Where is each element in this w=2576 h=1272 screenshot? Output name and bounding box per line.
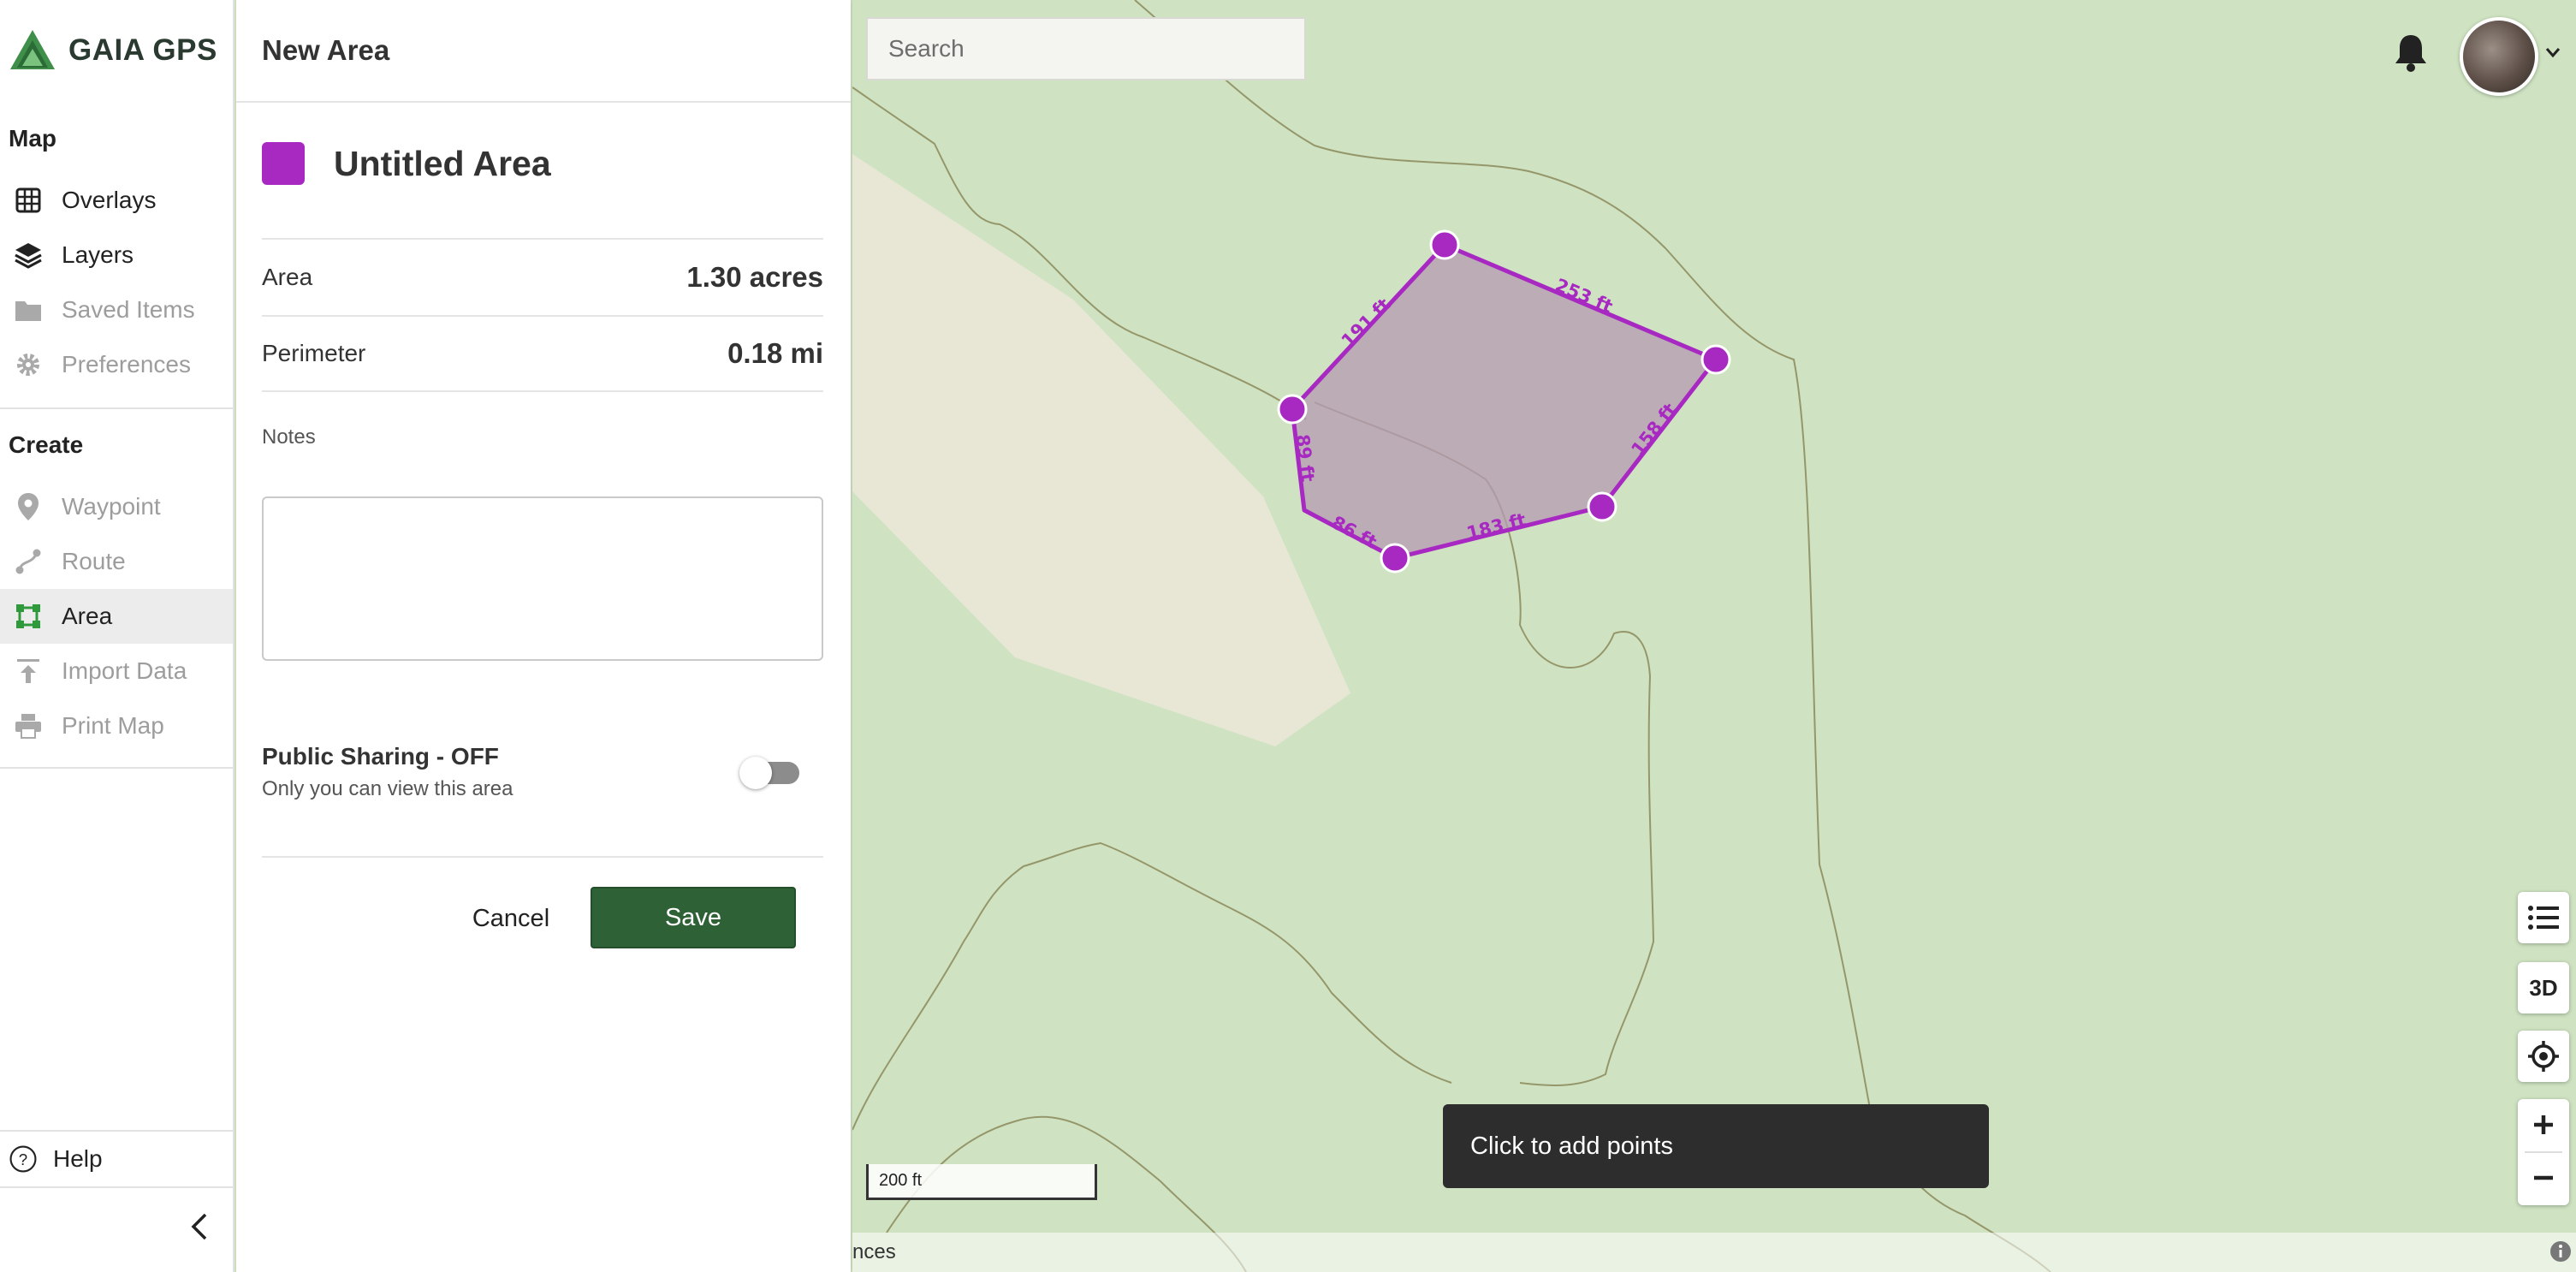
vertex-handle[interactable] (1701, 344, 1731, 375)
zoom-in-button[interactable] (2518, 1099, 2569, 1150)
sidebar-item-print-map[interactable]: Print Map (0, 698, 233, 753)
section-title-map: Map (9, 125, 56, 152)
sidebar-item-label: Area (62, 603, 113, 629)
upload-icon (14, 657, 43, 686)
area-name-row: Untitled Area (262, 142, 551, 185)
sidebar-item-label: Import Data (62, 657, 187, 684)
map-canvas[interactable]: 191 ft 253 ft 158 ft 183 ft 86 ft 89 ft (852, 0, 2576, 1272)
public-sharing-title: Public Sharing - OFF (262, 743, 499, 770)
vertex-handle[interactable] (1429, 229, 1460, 260)
perimeter-stat-row: Perimeter 0.18 mi (262, 315, 823, 392)
sidebar-item-label: Route (62, 548, 126, 574)
crosshair-icon (2528, 1041, 2559, 1072)
sidebar-divider (0, 767, 233, 769)
section-title-create: Create (9, 431, 84, 458)
scale-bar: 200 ft (866, 1164, 1097, 1200)
logo-text: GAIA GPS (68, 33, 217, 67)
toggle-knob (739, 757, 772, 789)
route-icon (14, 547, 43, 576)
area-name[interactable]: Untitled Area (334, 144, 551, 184)
sidebar-item-label: Print Map (62, 712, 164, 739)
minus-icon (2534, 1175, 2553, 1180)
sidebar-item-label: Preferences (62, 351, 191, 377)
sidebar-item-route[interactable]: Route (0, 534, 233, 589)
area-label: Area (262, 264, 313, 290)
sidebar-item-overlays[interactable]: Overlays (0, 173, 233, 228)
layers-icon (14, 241, 43, 270)
public-sharing-toggle[interactable] (739, 757, 803, 789)
vertex-handle[interactable] (1277, 394, 1308, 425)
sidebar: GAIA GPS Map Overlays Layers Saved Items… (0, 0, 234, 1272)
avatar[interactable] (2460, 17, 2538, 96)
list-view-button[interactable] (2518, 892, 2569, 943)
sidebar-item-label: Help (53, 1145, 103, 1172)
new-area-panel: New Area Untitled Area Area 1.30 acres P… (236, 0, 851, 1272)
list-icon (2528, 906, 2559, 930)
notes-input[interactable] (262, 496, 823, 661)
map-view[interactable]: 191 ft 253 ft 158 ft 183 ft 86 ft 89 ft … (852, 0, 2576, 1272)
notes-label: Notes (262, 425, 316, 449)
collapse-sidebar-button[interactable] (180, 1207, 219, 1246)
zoom-controls (2518, 1099, 2569, 1205)
3d-view-button[interactable]: 3D (2518, 962, 2569, 1013)
sidebar-item-help[interactable]: ? Help (0, 1132, 233, 1186)
notifications-button[interactable] (2391, 31, 2431, 74)
perimeter-label: Perimeter (262, 340, 366, 366)
sidebar-item-saved-items[interactable]: Saved Items (0, 282, 233, 337)
sidebar-divider (0, 1186, 233, 1188)
area-value: 1.30 acres (686, 261, 823, 293)
area-color-swatch[interactable] (262, 142, 305, 185)
gaia-logo-icon (10, 30, 55, 69)
info-icon[interactable] (2549, 1239, 2573, 1263)
bell-icon (2395, 35, 2426, 72)
sidebar-item-area[interactable]: Area (0, 589, 233, 644)
pin-icon (14, 492, 43, 521)
gear-icon (14, 350, 43, 379)
sidebar-item-preferences[interactable]: Preferences (0, 337, 233, 392)
map-attribution[interactable]: nces (852, 1233, 2576, 1272)
svg-text:?: ? (19, 1150, 27, 1168)
panel-divider (262, 856, 823, 858)
sidebar-item-label: Waypoint (62, 493, 161, 520)
printer-icon (14, 711, 43, 740)
hint-toast: Click to add points (1443, 1104, 1989, 1188)
cancel-button[interactable]: Cancel (438, 889, 584, 948)
plus-icon (2534, 1115, 2553, 1134)
sidebar-item-label: Overlays (62, 187, 157, 213)
vertex-handle[interactable] (1380, 543, 1410, 574)
public-sharing-subtitle: Only you can view this area (262, 777, 513, 800)
sidebar-item-layers[interactable]: Layers (0, 228, 233, 282)
sidebar-divider (0, 407, 233, 409)
panel-title: New Area (262, 34, 390, 66)
area-icon (14, 602, 43, 631)
folder-icon (14, 295, 43, 324)
help-icon: ? (9, 1144, 38, 1174)
vertex-handle[interactable] (1587, 491, 1617, 522)
chevron-down-icon[interactable] (2543, 43, 2562, 62)
perimeter-value: 0.18 mi (727, 337, 823, 369)
overlays-icon (14, 186, 43, 215)
area-stat-row: Area 1.30 acres (262, 238, 823, 315)
search-input[interactable] (866, 17, 1306, 80)
save-button[interactable]: Save (591, 887, 796, 948)
gaia-logo[interactable]: GAIA GPS (9, 24, 217, 77)
zoom-out-button[interactable] (2518, 1152, 2569, 1204)
sidebar-item-label: Saved Items (62, 296, 195, 323)
panel-header: New Area (236, 0, 851, 103)
sidebar-item-waypoint[interactable]: Waypoint (0, 479, 233, 534)
sidebar-item-import-data[interactable]: Import Data (0, 644, 233, 698)
chevron-left-icon (191, 1213, 207, 1240)
locate-me-button[interactable] (2518, 1031, 2569, 1082)
sidebar-item-label: Layers (62, 241, 134, 268)
